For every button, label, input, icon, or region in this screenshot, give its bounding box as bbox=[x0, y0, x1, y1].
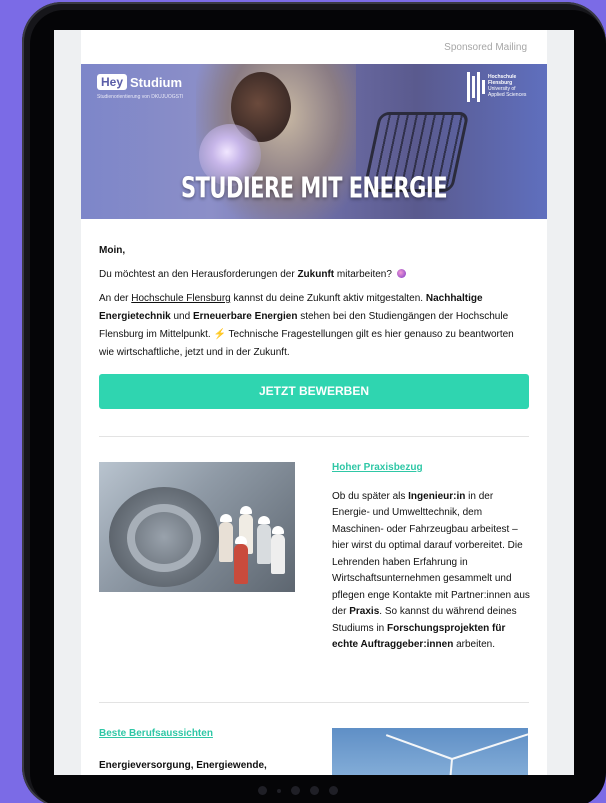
intro-text-part: mitarbeiten? bbox=[334, 269, 392, 280]
praxis-text-part: in der Energie- und Umwelttechnik, dem M… bbox=[332, 490, 530, 618]
hey-logo-text: Studium bbox=[130, 74, 183, 90]
hochschule-logo-text: Hochschule Flensburg University of Appli… bbox=[488, 74, 543, 98]
praxis-bold: Praxis bbox=[349, 606, 380, 617]
section-praxis: Hoher Praxisbezug Ob du später als Ingen… bbox=[332, 460, 532, 654]
intro-text: Moin, Du möchtest an den Herausforderung… bbox=[99, 242, 529, 368]
hochschule-link[interactable]: Hochschule Flensburg bbox=[131, 293, 231, 304]
hero-banner[interactable]: Hey Studium Studienorientierung von DKUJ… bbox=[81, 64, 547, 219]
worker bbox=[271, 534, 285, 574]
helmet bbox=[258, 516, 270, 524]
wind-turbine-photo[interactable] bbox=[332, 728, 528, 775]
intro-bold: Erneuerbare Energien bbox=[192, 311, 298, 322]
greeting-text: Moin, bbox=[99, 245, 126, 256]
divider bbox=[99, 702, 529, 703]
email-viewport[interactable]: Sponsored Mailing Hey Studium Studienori… bbox=[54, 30, 574, 775]
camera-dot bbox=[329, 786, 338, 795]
helmet bbox=[235, 536, 247, 544]
praxis-text-part: arbeiten. bbox=[453, 639, 496, 650]
intro-text-part: Du möchtest an den Herausforderungen der bbox=[99, 269, 298, 280]
camera-dot bbox=[277, 788, 281, 793]
helmet bbox=[240, 506, 252, 514]
intro-text-part: und bbox=[170, 311, 193, 322]
turbine-blade bbox=[445, 758, 453, 775]
apply-button[interactable]: JETZT BEWERBEN bbox=[99, 374, 529, 409]
hey-logo-subtitle: Studienorientierung von DKUJUOGSTI bbox=[97, 94, 184, 100]
worker bbox=[257, 524, 271, 564]
intro-text-part: kannst du deine Zukunft aktiv mitgestalt… bbox=[230, 293, 426, 304]
lightning-icon: ⚡ bbox=[213, 329, 226, 340]
turbine-workers-photo[interactable] bbox=[99, 462, 295, 592]
sponsored-label: Sponsored Mailing bbox=[444, 42, 527, 53]
camera-dot bbox=[310, 786, 319, 795]
turbine-blade bbox=[385, 734, 453, 760]
school-line: Applied Sciences bbox=[488, 92, 527, 98]
intro-text-part: An der bbox=[99, 293, 132, 304]
camera-dot bbox=[291, 786, 300, 795]
greeting: Moin, bbox=[99, 242, 529, 260]
helmet bbox=[272, 526, 284, 534]
crystal-ball-icon bbox=[396, 269, 406, 278]
hochschule-logo-icon bbox=[467, 72, 485, 102]
helmet bbox=[220, 514, 232, 522]
hey-studium-logo: Hey Studium bbox=[97, 74, 182, 90]
intro-paragraph: An der Hochschule Flensburg kannst du de… bbox=[99, 290, 529, 362]
hero-title: STUDIERE MIT ENERGIE bbox=[180, 171, 448, 205]
intro-bold: Zukunft bbox=[297, 269, 335, 280]
turbine-ring bbox=[127, 504, 201, 572]
worker bbox=[234, 544, 248, 584]
worker bbox=[219, 522, 233, 562]
praxis-bold: Ingenieur:in bbox=[408, 490, 466, 502]
berufsaussichten-link[interactable]: Beste Berufsaussichten bbox=[99, 728, 213, 739]
camera-dot bbox=[258, 786, 267, 795]
berufsaussichten-text: Energieversorgung, Energiewende, bbox=[99, 760, 267, 771]
praxis-text: Ob du später als Ingenieur:in in der Ene… bbox=[332, 489, 532, 654]
tablet-indicator bbox=[258, 786, 338, 795]
intro-line: Du möchtest an den Herausforderungen der… bbox=[99, 266, 529, 284]
turbine-blade bbox=[451, 733, 528, 760]
praxis-link[interactable]: Hoher Praxisbezug bbox=[332, 460, 532, 477]
praxis-text-part: Ob du später als bbox=[332, 490, 409, 502]
hey-logo-box: Hey bbox=[97, 74, 128, 90]
divider bbox=[99, 436, 529, 437]
